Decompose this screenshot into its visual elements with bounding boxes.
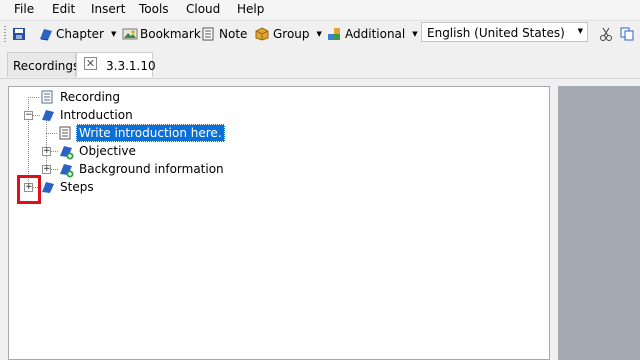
- bookmark-icon: [122, 27, 138, 41]
- chevron-down-icon[interactable]: ▼: [317, 30, 322, 38]
- expand-icon[interactable]: +: [42, 147, 51, 156]
- bookmark-label: Bookmark: [140, 27, 201, 41]
- chapter-button[interactable]: Chapter ▼: [38, 25, 116, 43]
- menu-file[interactable]: File: [14, 2, 34, 16]
- note-button[interactable]: Note: [201, 25, 247, 43]
- tree-line: [51, 151, 58, 152]
- tree-label-steps: Steps: [60, 180, 94, 194]
- language-value: English (United States): [427, 26, 565, 40]
- chevron-down-icon[interactable]: ▼: [111, 30, 116, 38]
- tree-label-objective: Objective: [79, 144, 136, 158]
- menu-bar: File Edit Insert Tools Cloud Help: [0, 0, 640, 19]
- save-button[interactable]: [12, 25, 26, 43]
- copy-button[interactable]: [620, 25, 634, 43]
- language-select[interactable]: English (United States) ▼: [421, 22, 588, 42]
- tree-line: [46, 120, 47, 168]
- tree-label-background: Background information: [79, 162, 224, 176]
- tree-line: [51, 169, 58, 170]
- highlight-box: [17, 175, 41, 204]
- document-icon: [40, 90, 54, 104]
- save-icon: [12, 27, 26, 41]
- tab-active-document[interactable]: ✕ 3.3.1.10: [76, 52, 156, 77]
- copy-icon: [620, 27, 634, 41]
- group-icon: [255, 27, 269, 41]
- tab-recordings[interactable]: Recordings: [7, 52, 80, 77]
- chevron-down-icon[interactable]: ▼: [412, 30, 417, 38]
- bookmark-button[interactable]: Bookmark: [122, 25, 201, 43]
- tab-recordings-label: Recordings: [13, 59, 80, 73]
- scissors-icon: [599, 27, 613, 41]
- chapter-icon: [40, 180, 54, 194]
- tree-label-intro-text: Write introduction here.: [76, 124, 225, 142]
- tree-line: [28, 97, 40, 98]
- menu-insert[interactable]: Insert: [91, 2, 125, 16]
- additional-button[interactable]: Additional ▼: [327, 25, 418, 43]
- note-label: Note: [219, 27, 248, 41]
- group-label: Group: [273, 27, 310, 41]
- note-icon: [201, 27, 215, 41]
- additional-icon: [327, 27, 341, 41]
- tree-label-recording: Recording: [60, 90, 121, 104]
- tree-label-introduction: Introduction: [60, 108, 133, 122]
- document-tabs: Recordings ✕ 3.3.1.10: [0, 48, 640, 79]
- note-icon: [58, 126, 72, 140]
- menu-edit[interactable]: Edit: [52, 2, 75, 16]
- tab-active-label: 3.3.1.10: [106, 59, 156, 73]
- menu-help[interactable]: Help: [237, 2, 264, 16]
- additional-label: Additional: [345, 27, 406, 41]
- chapter-add-icon: [58, 162, 74, 178]
- cut-button[interactable]: [599, 25, 613, 43]
- group-button[interactable]: Group ▼: [255, 25, 322, 43]
- close-icon[interactable]: ✕: [84, 57, 97, 70]
- chevron-down-icon[interactable]: ▼: [578, 27, 583, 35]
- chapter-icon: [38, 27, 52, 41]
- chapter-add-icon: [58, 144, 74, 160]
- tree-line: [33, 115, 40, 116]
- menu-cloud[interactable]: Cloud: [186, 2, 220, 16]
- chapter-label: Chapter: [56, 27, 104, 41]
- toolbar-grip[interactable]: [4, 26, 6, 42]
- menu-tools[interactable]: Tools: [139, 2, 169, 16]
- tree-line: [46, 133, 58, 134]
- collapse-icon[interactable]: −: [24, 111, 33, 120]
- expand-icon[interactable]: +: [42, 165, 51, 174]
- chapter-icon: [40, 108, 54, 122]
- preview-pane: [558, 86, 640, 360]
